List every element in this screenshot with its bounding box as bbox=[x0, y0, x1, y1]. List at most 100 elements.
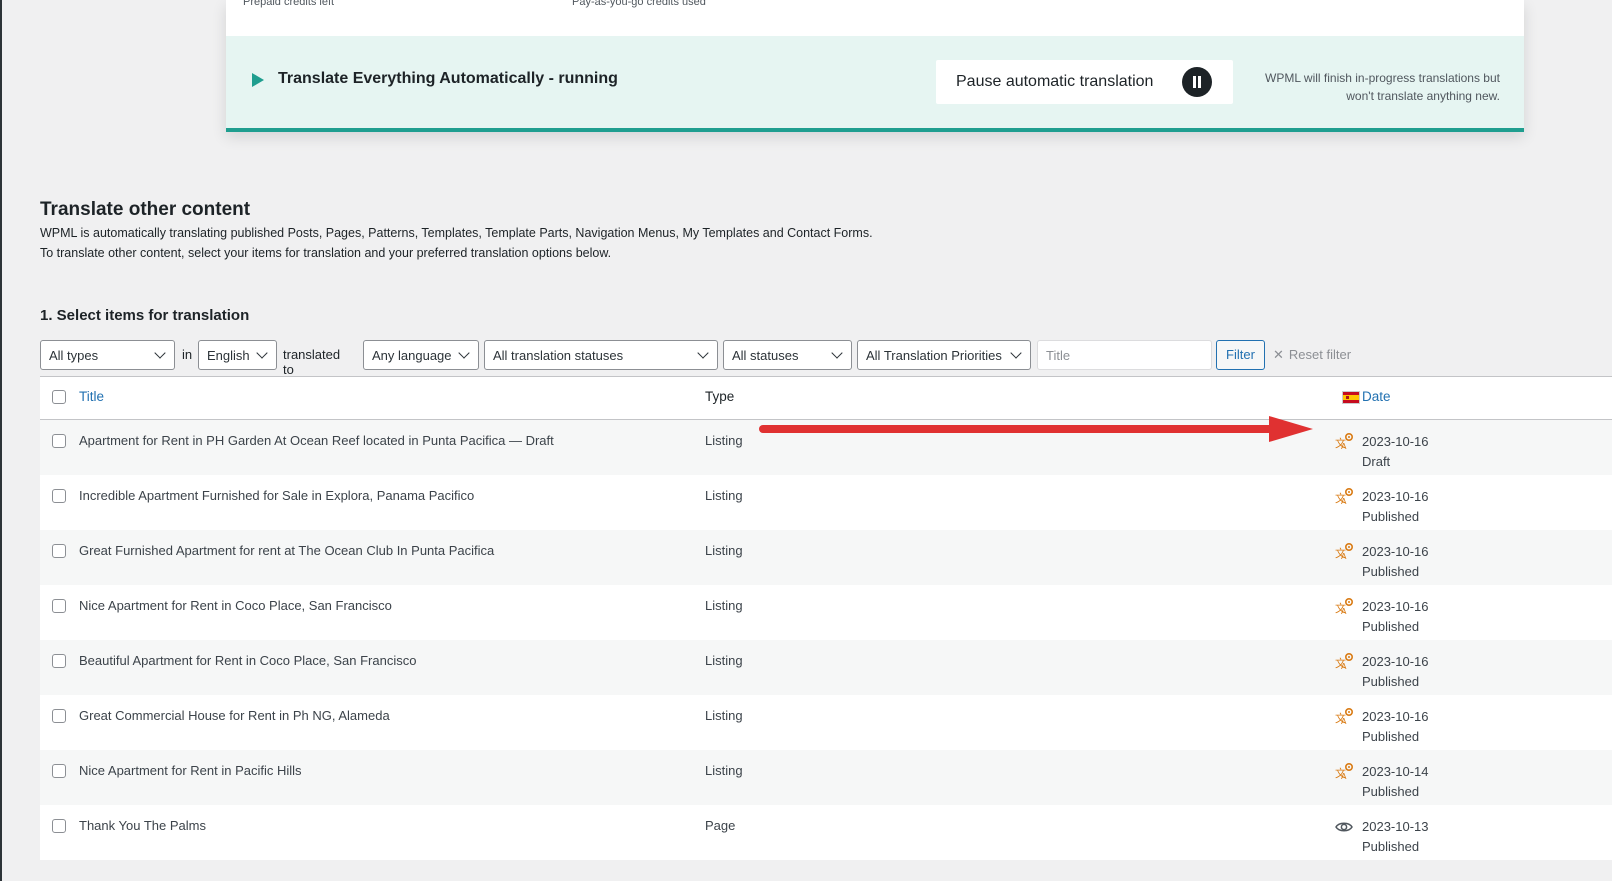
admin-sidebar-edge bbox=[0, 0, 2, 881]
status-select[interactable]: All statuses bbox=[723, 340, 852, 370]
row-status: Draft bbox=[1362, 453, 1391, 469]
in-label: in bbox=[182, 347, 193, 362]
row-checkbox[interactable] bbox=[52, 764, 66, 778]
filter-button[interactable]: Filter bbox=[1216, 340, 1265, 370]
language-select-value: English bbox=[207, 348, 250, 363]
finish-note: WPML will finish in-progress translation… bbox=[1265, 71, 1500, 103]
translate-in-progress-icon[interactable]: 文A bbox=[1334, 707, 1354, 727]
row-status: Published bbox=[1362, 783, 1420, 799]
row-title-link[interactable]: Nice Apartment for Rent in Coco Place, S… bbox=[79, 598, 392, 613]
target-language-select[interactable]: Any language bbox=[363, 340, 479, 370]
row-date-value: 2023-10-16 bbox=[1362, 544, 1429, 559]
credits-row: Prepaid credits left Pay-as-you-go credi… bbox=[226, 0, 1524, 36]
automatic-translation-status: Translate Everything Automatically - run… bbox=[226, 36, 1524, 132]
row-checkbox[interactable] bbox=[52, 544, 66, 558]
status-select-value: All statuses bbox=[732, 348, 799, 363]
row-title-link[interactable]: Beautiful Apartment for Rent in Coco Pla… bbox=[79, 653, 416, 668]
table-header: Title Type Date bbox=[40, 377, 1612, 420]
translate-in-progress-icon[interactable]: 文A bbox=[1334, 652, 1354, 672]
credits-used-label: Pay-as-you-go credits used bbox=[572, 0, 706, 8]
row-type: Listing bbox=[705, 598, 743, 613]
eye-icon[interactable] bbox=[1334, 817, 1354, 837]
close-icon: ✕ bbox=[1273, 347, 1284, 362]
row-date: 2023-10-13 Published bbox=[1362, 817, 1429, 856]
spain-flag-icon bbox=[1342, 391, 1360, 404]
translate-in-progress-icon[interactable]: 文A bbox=[1334, 432, 1354, 452]
row-title-link[interactable]: Great Furnished Apartment for rent at Th… bbox=[79, 543, 494, 558]
chevron-down-icon bbox=[697, 347, 709, 359]
credits-left-label: Prepaid credits left bbox=[243, 0, 335, 8]
svg-text:A: A bbox=[1341, 497, 1347, 506]
row-title-link[interactable]: Apartment for Rent in PH Garden At Ocean… bbox=[79, 433, 554, 448]
row-status: Published bbox=[1362, 838, 1420, 854]
priority-select[interactable]: All Translation Priorities bbox=[857, 340, 1031, 370]
reset-filter-link[interactable]: ✕ Reset filter bbox=[1273, 347, 1351, 363]
translation-status-select[interactable]: All translation statuses bbox=[484, 340, 718, 370]
row-type: Listing bbox=[705, 708, 743, 723]
svg-text:A: A bbox=[1341, 662, 1347, 671]
row-date: 2023-10-16 Draft bbox=[1362, 432, 1429, 471]
translate-in-progress-icon[interactable]: 文A bbox=[1334, 542, 1354, 562]
translate-in-progress-icon[interactable]: 文A bbox=[1334, 597, 1354, 617]
row-date: 2023-10-16 Published bbox=[1362, 542, 1429, 581]
row-date-value: 2023-10-16 bbox=[1362, 434, 1429, 449]
step-title: 1. Select items for translation bbox=[40, 307, 250, 324]
row-date: 2023-10-16 Published bbox=[1362, 597, 1429, 636]
chevron-down-icon bbox=[1010, 347, 1022, 359]
row-date: 2023-10-16 Published bbox=[1362, 487, 1429, 526]
svg-text:A: A bbox=[1341, 607, 1347, 616]
translate-in-progress-icon[interactable]: 文A bbox=[1334, 762, 1354, 782]
table-row: Incredible Apartment Furnished for Sale … bbox=[40, 475, 1612, 530]
table-row: Beautiful Apartment for Rent in Coco Pla… bbox=[40, 640, 1612, 695]
section-title: Translate other content bbox=[40, 199, 251, 220]
table-row: Nice Apartment for Rent in Coco Place, S… bbox=[40, 585, 1612, 640]
language-select[interactable]: English bbox=[198, 340, 277, 370]
row-checkbox[interactable] bbox=[52, 434, 66, 448]
row-checkbox[interactable] bbox=[52, 489, 66, 503]
svg-text:A: A bbox=[1341, 772, 1347, 781]
row-date: 2023-10-14 Published bbox=[1362, 762, 1429, 801]
chevron-down-icon bbox=[831, 347, 843, 359]
row-status: Published bbox=[1362, 673, 1420, 689]
reset-filter-label: Reset filter bbox=[1288, 347, 1352, 362]
automatic-translation-card: Prepaid credits left Pay-as-you-go credi… bbox=[226, 0, 1524, 132]
priority-select-value: All Translation Priorities bbox=[866, 348, 1002, 363]
row-checkbox[interactable] bbox=[52, 599, 66, 613]
row-date: 2023-10-16 Published bbox=[1362, 707, 1429, 746]
row-title-link[interactable]: Incredible Apartment Furnished for Sale … bbox=[79, 488, 474, 503]
target-language-select-value: Any language bbox=[372, 348, 452, 363]
row-title-link[interactable]: Nice Apartment for Rent in Pacific Hills bbox=[79, 763, 302, 778]
type-select[interactable]: All types bbox=[40, 340, 175, 370]
title-search-input[interactable] bbox=[1037, 340, 1212, 370]
row-title-link[interactable]: Great Commercial House for Rent in Ph NG… bbox=[79, 708, 390, 723]
row-type: Listing bbox=[705, 763, 743, 778]
pause-automatic-translation-button[interactable]: Pause automatic translation bbox=[936, 60, 1233, 104]
row-date-value: 2023-10-16 bbox=[1362, 709, 1429, 724]
pause-icon bbox=[1182, 67, 1212, 97]
translated-to-label: translated to bbox=[283, 347, 341, 377]
table-row: Great Furnished Apartment for rent at Th… bbox=[40, 530, 1612, 585]
row-type: Listing bbox=[705, 488, 743, 503]
chevron-down-icon bbox=[256, 347, 268, 359]
date-column-header[interactable]: Date bbox=[1362, 389, 1391, 404]
running-title: Translate Everything Automatically - run… bbox=[278, 70, 618, 87]
row-date-value: 2023-10-16 bbox=[1362, 654, 1429, 669]
title-column-header[interactable]: Title bbox=[79, 389, 104, 404]
translate-in-progress-icon[interactable]: 文A bbox=[1334, 487, 1354, 507]
section-description-1: WPML is automatically translating publis… bbox=[40, 226, 873, 240]
chevron-down-icon bbox=[458, 347, 470, 359]
row-type: Page bbox=[705, 818, 736, 833]
select-all-checkbox[interactable] bbox=[52, 390, 66, 404]
svg-text:A: A bbox=[1341, 552, 1347, 561]
row-checkbox[interactable] bbox=[52, 709, 66, 723]
table-row: Great Commercial House for Rent in Ph NG… bbox=[40, 695, 1612, 750]
row-status: Published bbox=[1362, 618, 1420, 634]
row-title-link[interactable]: Thank You The Palms bbox=[79, 818, 206, 833]
svg-text:A: A bbox=[1341, 442, 1347, 451]
row-checkbox[interactable] bbox=[52, 654, 66, 668]
row-type: Listing bbox=[705, 543, 743, 558]
row-type: Listing bbox=[705, 433, 743, 448]
table-row: Thank You The Palms Page 2023-10-13 Publish… bbox=[40, 805, 1612, 860]
row-checkbox[interactable] bbox=[52, 819, 66, 833]
table-row: Nice Apartment for Rent in Pacific Hills… bbox=[40, 750, 1612, 805]
